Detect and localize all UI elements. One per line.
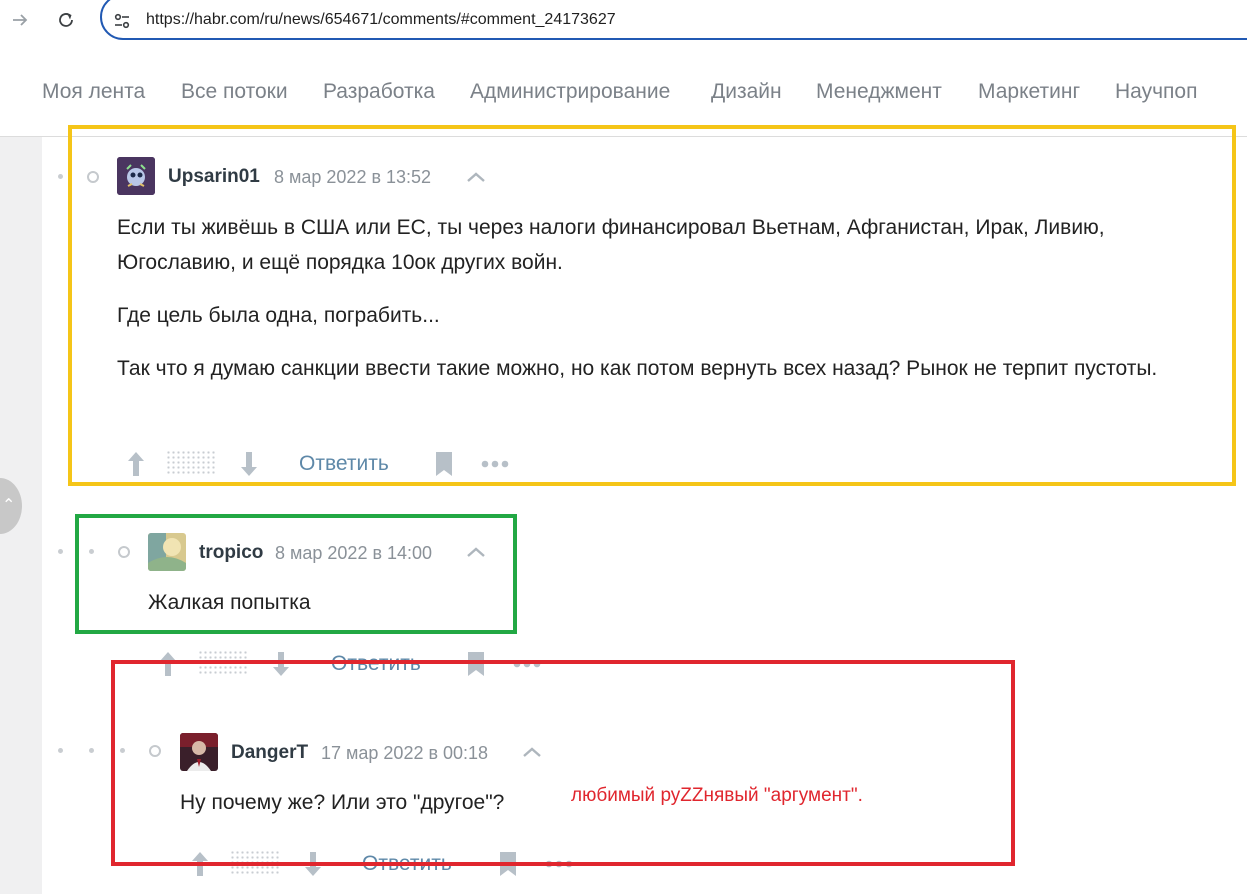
address-bar[interactable]: https://habr.com/ru/news/654671/comments… [100, 0, 1247, 40]
highlight-box-red [111, 660, 1015, 866]
thread-level-dot [58, 549, 63, 554]
nav-item-design[interactable]: Дизайн [711, 80, 782, 104]
flows-navigation: Моя лента Все потоки Разработка Админист… [0, 46, 1247, 137]
thread-level-dot [58, 748, 63, 753]
nav-item-all-flows[interactable]: Все потоки [181, 80, 288, 104]
highlight-box-yellow [68, 125, 1236, 486]
nav-item-administration[interactable]: Администрирование [470, 80, 670, 104]
nav-item-my-feed[interactable]: Моя лента [42, 80, 145, 104]
nav-item-popsci[interactable]: Научпоп [1115, 80, 1197, 104]
annotation-note: любимый руZZнявый "аргумент". [571, 785, 863, 806]
reload-button[interactable] [52, 6, 80, 34]
site-settings-icon[interactable] [112, 11, 132, 31]
nav-item-management[interactable]: Менеджмент [816, 80, 942, 104]
highlight-box-green [75, 514, 517, 634]
chevron-up-icon: ⌃ [2, 497, 16, 514]
thread-level-dot [58, 174, 63, 179]
url-text[interactable]: https://habr.com/ru/news/654671/comments… [146, 11, 616, 29]
thread-level-dot [89, 748, 94, 753]
nav-item-development[interactable]: Разработка [323, 80, 435, 104]
arrow-right-icon [13, 14, 28, 26]
browser-toolbar: https://habr.com/ru/news/654671/comments… [0, 0, 1247, 40]
reload-icon [59, 13, 73, 27]
nav-item-marketing[interactable]: Маркетинг [978, 80, 1080, 104]
forward-button[interactable] [6, 6, 34, 34]
